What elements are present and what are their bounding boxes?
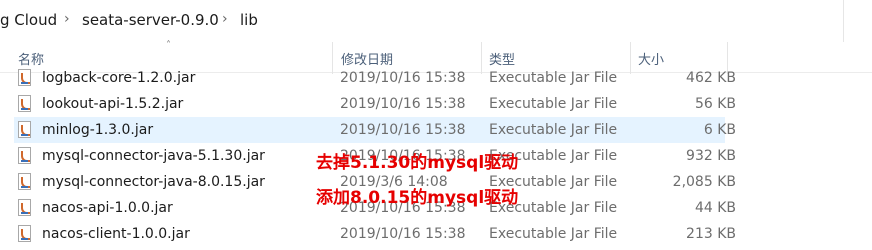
- file-name: nacos-api-1.0.0.jar: [42, 200, 173, 216]
- file-row[interactable]: lookout-api-1.5.2.jar 2019/10/16 15:38 E…: [14, 91, 736, 117]
- file-name: mysql-connector-java-8.0.15.jar: [42, 174, 265, 190]
- jar-file-icon: [18, 147, 31, 164]
- breadcrumb-item-lib[interactable]: lib: [240, 11, 258, 29]
- file-modified: 2019/10/16 15:38: [340, 70, 466, 86]
- jar-file-icon: [18, 173, 31, 190]
- file-type: Executable Jar File: [489, 96, 618, 112]
- file-type: Executable Jar File: [489, 122, 618, 138]
- breadcrumb-item-seata-server[interactable]: seata-server-0.9.0: [82, 11, 219, 29]
- file-size: 462 KB: [686, 70, 736, 86]
- file-type: Executable Jar File: [489, 70, 618, 86]
- file-row[interactable]: logback-core-1.2.0.jar 2019/10/16 15:38 …: [14, 65, 736, 91]
- file-size: 932 KB: [686, 148, 736, 164]
- breadcrumb-item-cloud[interactable]: g Cloud: [0, 11, 57, 29]
- file-size: 2,085 KB: [672, 174, 736, 190]
- file-name: logback-core-1.2.0.jar: [42, 70, 196, 86]
- file-size: 213 KB: [686, 226, 736, 242]
- file-modified: 2019/10/16 15:38: [340, 96, 466, 112]
- address-bar[interactable]: g Cloud › seata-server-0.9.0 › lib: [0, 0, 872, 43]
- file-type: Executable Jar File: [489, 226, 618, 242]
- jar-file-icon: [18, 69, 31, 86]
- annotation-remove-mysql-5: 去掉5.1.30的mysql驱动: [316, 153, 519, 173]
- jar-file-icon: [18, 225, 31, 242]
- file-size: 44 KB: [694, 200, 736, 216]
- jar-file-icon: [18, 121, 31, 138]
- file-modified: 2019/10/16 15:38: [340, 226, 466, 242]
- file-modified: 2019/10/16 15:38: [340, 122, 466, 138]
- sort-ascending-icon: ˄: [166, 40, 171, 51]
- address-dropdown[interactable]: [843, 0, 872, 42]
- file-size: 56 KB: [694, 96, 736, 112]
- file-name: nacos-client-1.0.0.jar: [42, 226, 190, 242]
- file-name: mysql-connector-java-5.1.30.jar: [42, 148, 265, 164]
- file-size: 6 KB: [703, 122, 736, 138]
- annotation-add-mysql-8: 添加8.0.15的mysql驱动: [316, 188, 519, 208]
- jar-file-icon: [18, 95, 31, 112]
- breadcrumb-separator-icon[interactable]: ›: [64, 11, 70, 27]
- file-name: lookout-api-1.5.2.jar: [42, 96, 184, 112]
- breadcrumb-separator-icon[interactable]: ›: [222, 11, 228, 27]
- file-row[interactable]: nacos-client-1.0.0.jar 2019/10/16 15:38 …: [14, 221, 736, 247]
- file-row-selected[interactable]: minlog-1.3.0.jar 2019/10/16 15:38 Execut…: [14, 117, 736, 143]
- jar-file-icon: [18, 199, 31, 216]
- file-name: minlog-1.3.0.jar: [42, 122, 154, 138]
